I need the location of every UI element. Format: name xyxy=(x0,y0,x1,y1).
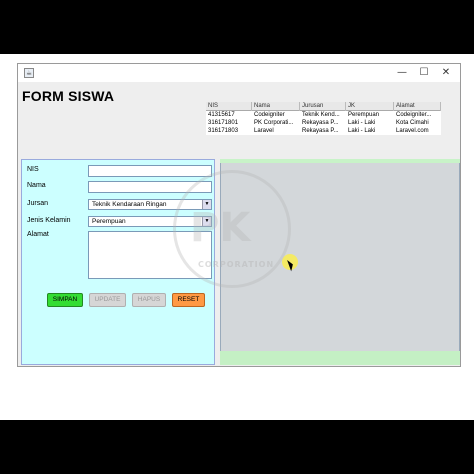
nis-label: NIS xyxy=(27,166,39,173)
java-app-icon: ☕ xyxy=(24,68,34,78)
column-header-jurusan[interactable]: Jurusan xyxy=(300,102,346,111)
column-header-nis[interactable]: NIS xyxy=(206,102,252,111)
table-cell: PK Corporati... xyxy=(254,120,294,126)
table-cell: Perempuan xyxy=(348,112,380,118)
table-cell: Laravel.com xyxy=(396,128,429,134)
reset-button[interactable]: RESET xyxy=(172,293,205,307)
column-header-alamat[interactable]: Alamat xyxy=(394,102,441,111)
column-header-jk[interactable]: JK xyxy=(346,102,394,111)
table-row[interactable]: 316171801 PK Corporati... Rekayasa P... … xyxy=(206,119,441,127)
table-panel-bottom-strip xyxy=(220,351,460,365)
jenis-kelamin-label: Jenis Kelamin xyxy=(27,217,71,224)
table-cell: Rekayasa P... xyxy=(302,120,339,126)
hapus-button[interactable]: HAPUS xyxy=(132,293,166,307)
nis-field[interactable] xyxy=(88,165,212,177)
title-bar: ☕ — ☐ ✕ xyxy=(18,64,460,82)
watermark-subtext: CORPORATION xyxy=(198,260,275,269)
alamat-label: Alamat xyxy=(27,231,49,238)
table-cell: 41315617 xyxy=(208,112,235,118)
nama-label: Nama xyxy=(27,182,46,189)
form-title: FORM SISWA xyxy=(22,88,115,104)
table-header: NIS Nama Jurusan JK Alamat xyxy=(206,102,441,111)
close-button[interactable]: ✕ xyxy=(436,65,456,81)
table-panel-top-strip xyxy=(220,159,460,163)
column-header-nama[interactable]: Nama xyxy=(252,102,300,111)
table-cell: Laki - Laki xyxy=(348,128,376,134)
maximize-button[interactable]: ☐ xyxy=(414,65,434,81)
jurusan-label: Jursan xyxy=(27,200,49,207)
jenis-kelamin-selected: Perempuan xyxy=(92,218,126,225)
jurusan-selected: Teknik Kendaraan Ringan xyxy=(92,201,167,208)
table-cell: 316171801 xyxy=(208,120,239,126)
watermark-text: PK xyxy=(190,205,251,251)
table-cell: Teknik Kend... xyxy=(302,112,340,118)
update-button[interactable]: UPDATE xyxy=(89,293,126,307)
table-cell: 316171803 xyxy=(208,128,239,134)
table-cell: Laki - Laki xyxy=(348,120,376,126)
table-cell: Rekayasa P... xyxy=(302,128,339,134)
table-cell: Kota Cimahi xyxy=(396,120,429,126)
table-row[interactable]: 316171803 Laravel Rekayasa P... Laki - L… xyxy=(206,127,441,135)
simpan-button[interactable]: SIMPAN xyxy=(47,293,83,307)
minimize-button[interactable]: — xyxy=(392,65,412,81)
table-cell: Codeigniter xyxy=(254,112,285,118)
siswa-table[interactable]: NIS Nama Jurusan JK Alamat 41315617 Code… xyxy=(206,102,441,135)
table-cell: Laravel xyxy=(254,128,274,134)
table-row[interactable]: 41315617 Codeigniter Teknik Kend... Pere… xyxy=(206,111,441,119)
table-cell: Codeigniter... xyxy=(396,112,432,118)
